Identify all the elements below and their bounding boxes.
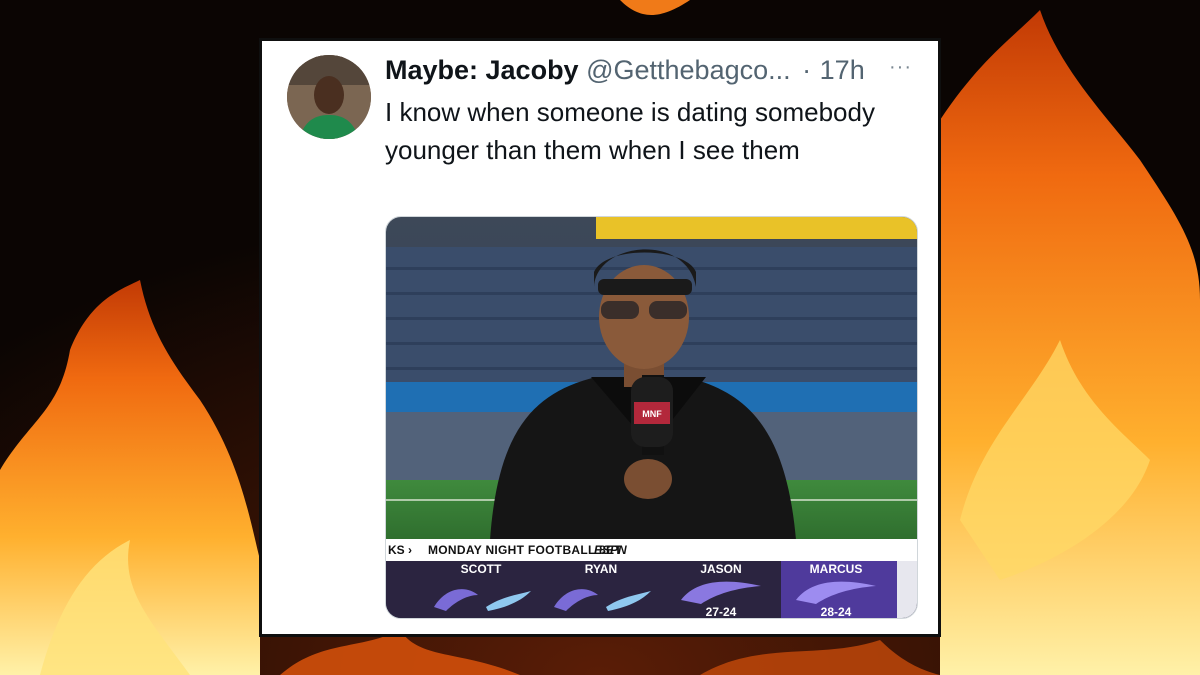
pick-score: 28-24 — [820, 605, 852, 619]
ravens-icon — [796, 581, 876, 604]
pick-ryan: RYAN — [546, 561, 656, 618]
pick-score: 27-24 — [705, 605, 737, 619]
broadcast-ticker: KS › MONDAY NIGHT FOOTBALL 8ET ESPN — [386, 539, 917, 561]
pick-name: RYAN — [584, 562, 618, 576]
network-name: ESPN — [594, 543, 627, 557]
author-handle[interactable]: @Getthebagco... — [586, 55, 791, 85]
avatar[interactable] — [287, 55, 371, 139]
pick-name: MARCUS — [809, 562, 863, 576]
pick-name: JASON — [700, 562, 742, 576]
tweet-text: I know when someone is dating somebody y… — [385, 97, 875, 165]
more-options-icon[interactable]: ··· — [889, 56, 912, 79]
tweet-header: Maybe: Jacoby @Getthebagco... · 17h — [385, 53, 925, 87]
author-name[interactable]: Maybe: Jacoby — [385, 55, 579, 85]
pick-score — [426, 604, 536, 618]
ticker-prefix: KS › — [388, 543, 412, 557]
show-title-text: MONDAY NIGHT FOOTBALL — [428, 543, 596, 557]
pick-score — [546, 604, 656, 618]
pick-scott: SCOTT — [426, 561, 536, 618]
separator-dot: · — [802, 55, 812, 85]
mic-flag-label: MNF — [642, 409, 662, 419]
pick-marcus: MARCUS 28-24 — [781, 561, 891, 619]
tweet-media[interactable]: MNF KS › MONDAY NIGHT FOOTBALL 8ET ESPN … — [385, 216, 918, 619]
expert-picks: SCOTT RYAN JASON 27-24 MARCUS 28-24 — [416, 561, 917, 619]
network-logo: ESPN — [594, 539, 627, 561]
ravens-icon — [681, 581, 761, 604]
pick-name: SCOTT — [460, 562, 502, 576]
pick-jason: JASON 27-24 — [666, 561, 776, 619]
tweet-card[interactable]: Maybe: Jacoby @Getthebagco... · 17h ··· … — [259, 38, 941, 637]
show-title: MONDAY NIGHT FOOTBALL 8ET — [428, 539, 622, 561]
tweet-timestamp[interactable]: 17h — [820, 55, 865, 85]
